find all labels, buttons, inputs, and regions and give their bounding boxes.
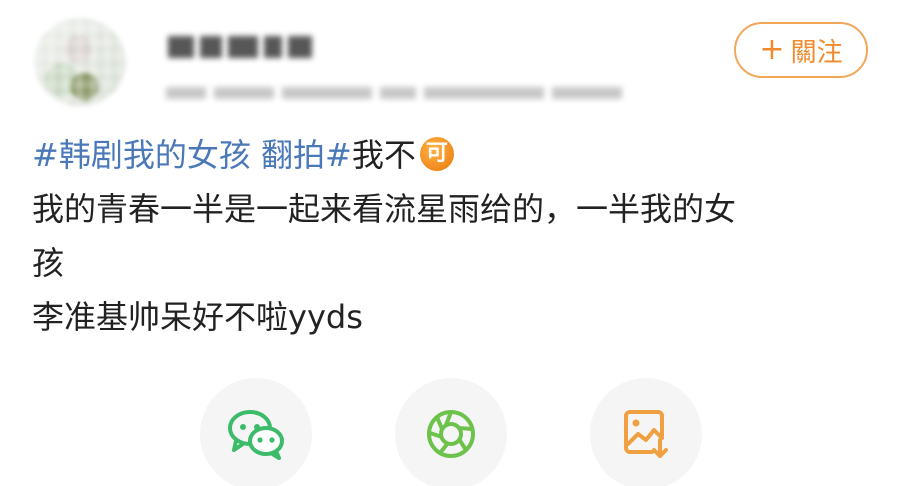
share-wechat-button[interactable] (200, 378, 312, 486)
post-meta-redacted (166, 84, 666, 102)
post-text-1: 我不 (351, 136, 416, 174)
post-line-2: 我的青春一半是一起来看流星雨给的，一半我的女 (32, 190, 737, 228)
wechat-icon (228, 410, 284, 460)
topic-link[interactable]: #韩剧我的女孩 翻拍# (32, 136, 352, 174)
post-card: + 關注 #韩剧我的女孩 翻拍#我不可 我的青春一半是一起来看流星雨给的，一半我… (0, 0, 900, 486)
post-line-1: #韩剧我的女孩 翻拍#我不可 (32, 128, 872, 182)
post-content: #韩剧我的女孩 翻拍#我不可 我的青春一半是一起来看流星雨给的，一半我的女 孩 … (32, 128, 872, 344)
ke-emoji-icon: 可 (419, 137, 454, 171)
save-image-icon (624, 410, 668, 458)
follow-label: 關注 (790, 37, 843, 68)
plus-icon: + (759, 32, 785, 67)
avatar-mosaic (34, 18, 126, 106)
save-image-button[interactable] (590, 378, 702, 486)
share-moments-button[interactable] (395, 378, 507, 486)
post-line-3: 孩 (32, 244, 65, 282)
follow-button[interactable]: + 關注 (734, 22, 868, 78)
post-line-4: 李准基帅呆好不啦yyds (32, 298, 363, 336)
username-redacted[interactable] (168, 34, 348, 60)
user-avatar[interactable] (34, 18, 126, 106)
moments-icon (427, 410, 475, 458)
